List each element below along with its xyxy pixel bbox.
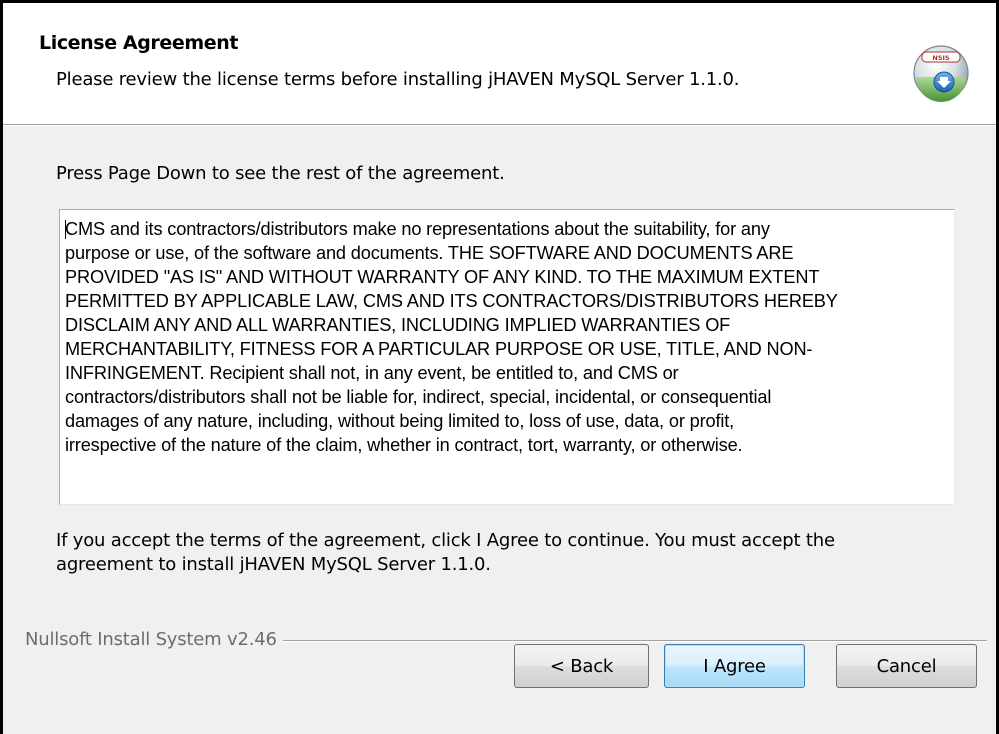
installer-disk-icon: NSIS [913,45,969,102]
text-caret [65,220,66,239]
page-title: License Agreement [39,32,239,54]
svg-text:NSIS: NSIS [932,54,950,62]
license-text: CMS and its contractors/distributors mak… [65,219,838,455]
back-button[interactable]: < Back [514,644,649,688]
nsis-branding: Nullsoft Install System v2.46 [25,629,283,650]
page-subtitle: Please review the license terms before i… [56,69,740,90]
header-panel: License Agreement Please review the lice… [3,3,996,125]
installer-dialog: License Agreement Please review the lice… [0,0,999,734]
accept-instructions: If you accept the terms of the agreement… [56,530,835,575]
cancel-button[interactable]: Cancel [836,644,977,688]
agree-button[interactable]: I Agree [664,644,805,688]
header-divider [3,125,996,126]
license-textbox[interactable]: CMS and its contractors/distributors mak… [59,209,955,505]
page-down-hint: Press Page Down to see the rest of the a… [56,163,505,184]
